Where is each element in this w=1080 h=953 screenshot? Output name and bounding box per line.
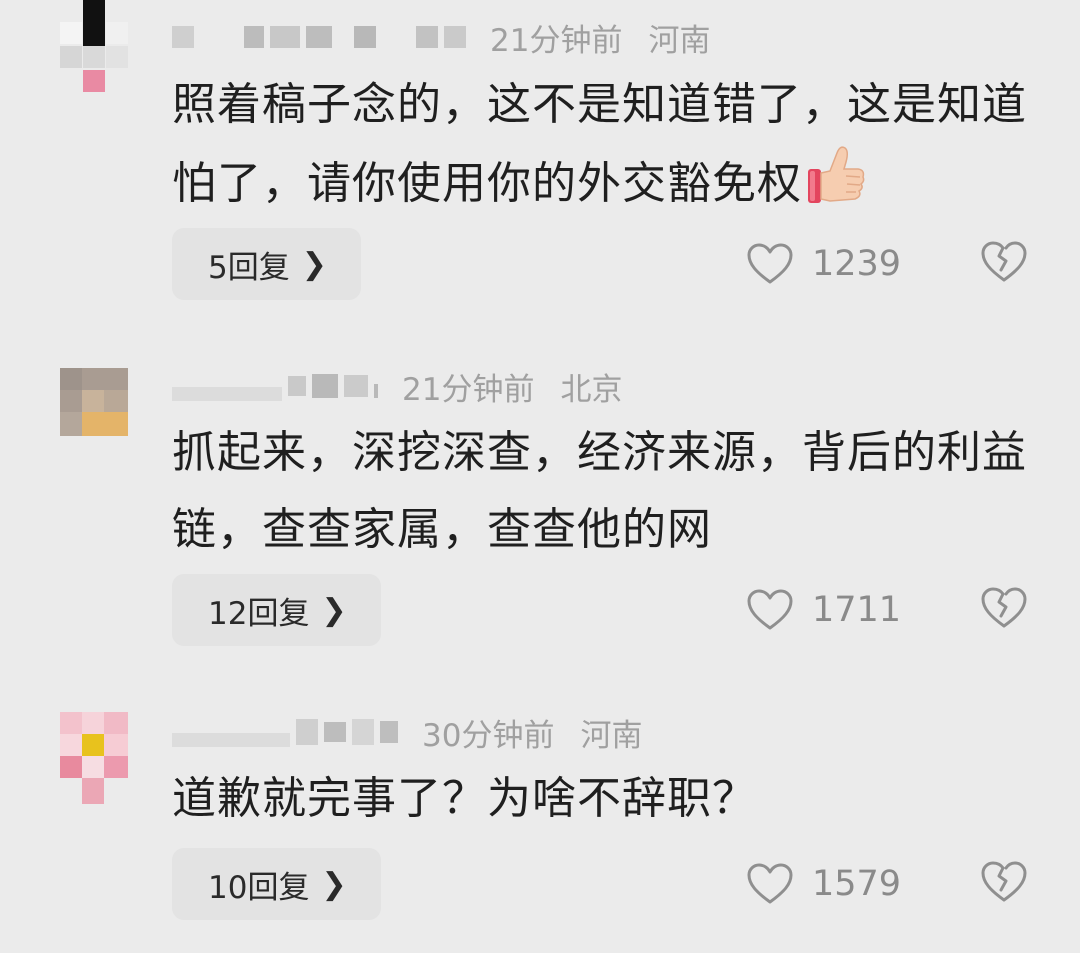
replies-button[interactable]: 10回复 ❯ bbox=[172, 848, 381, 920]
comment-time: 21分钟前 bbox=[490, 22, 623, 59]
comment-text-container: 照着稿子念的，这不是知道错了，这是知道怕了，请你使用你的外交豁免权 bbox=[172, 66, 1032, 229]
comment-meta: 30分钟前 河南 bbox=[172, 712, 643, 754]
replies-label: 12回复 bbox=[208, 595, 310, 632]
chevron-right-icon: ❯ bbox=[301, 246, 327, 282]
replies-label: 10回复 bbox=[208, 869, 310, 906]
comment-text: 抓起来，深挖深查，经济来源，背后的利益链，查查家属，查查他的网 bbox=[172, 427, 1027, 555]
comment-location: 河南 bbox=[648, 22, 711, 59]
replies-button[interactable]: 12回复 ❯ bbox=[172, 574, 381, 646]
like-button[interactable]: 1711 bbox=[746, 580, 901, 640]
dislike-button[interactable] bbox=[980, 240, 1028, 288]
chevron-right-icon: ❯ bbox=[321, 866, 347, 902]
broken-heart-icon bbox=[980, 861, 1028, 908]
comment-text: 照着稿子念的，这不是知道错了，这是知道怕了，请你使用你的外交豁免权 bbox=[172, 79, 1027, 209]
username-redacted[interactable] bbox=[172, 17, 472, 57]
comment-text: 道歉就完事了？为啥不辞职？ bbox=[172, 773, 757, 824]
comment-location: 北京 bbox=[560, 371, 623, 408]
like-button[interactable]: 1239 bbox=[746, 234, 901, 294]
heart-outline-icon bbox=[746, 242, 794, 286]
like-count: 1579 bbox=[812, 864, 902, 904]
username-redacted[interactable] bbox=[172, 366, 384, 406]
replies-button[interactable]: 5回复 ❯ bbox=[172, 228, 361, 300]
broken-heart-icon bbox=[980, 587, 1028, 634]
comment-time: 21分钟前 bbox=[402, 371, 535, 408]
like-count: 1711 bbox=[812, 590, 902, 630]
heart-outline-icon bbox=[746, 588, 794, 632]
avatar[interactable] bbox=[60, 0, 128, 98]
replies-label: 5回复 bbox=[208, 249, 290, 286]
thumbs-up-emoji-icon bbox=[806, 143, 866, 229]
dislike-button[interactable] bbox=[980, 586, 1028, 634]
comment-location: 河南 bbox=[580, 717, 643, 754]
avatar[interactable] bbox=[60, 368, 128, 436]
comment-meta: 21分钟前 北京 bbox=[172, 366, 623, 408]
chevron-right-icon: ❯ bbox=[321, 592, 347, 628]
avatar[interactable] bbox=[60, 712, 128, 804]
broken-heart-icon bbox=[980, 241, 1028, 288]
like-button[interactable]: 1579 bbox=[746, 854, 901, 914]
heart-outline-icon bbox=[746, 862, 794, 906]
comment-meta: 21分钟前 河南 bbox=[172, 17, 711, 59]
like-count: 1239 bbox=[812, 244, 902, 284]
comment-time: 30分钟前 bbox=[422, 717, 555, 754]
username-redacted[interactable] bbox=[172, 712, 404, 752]
dislike-button[interactable] bbox=[980, 860, 1028, 908]
